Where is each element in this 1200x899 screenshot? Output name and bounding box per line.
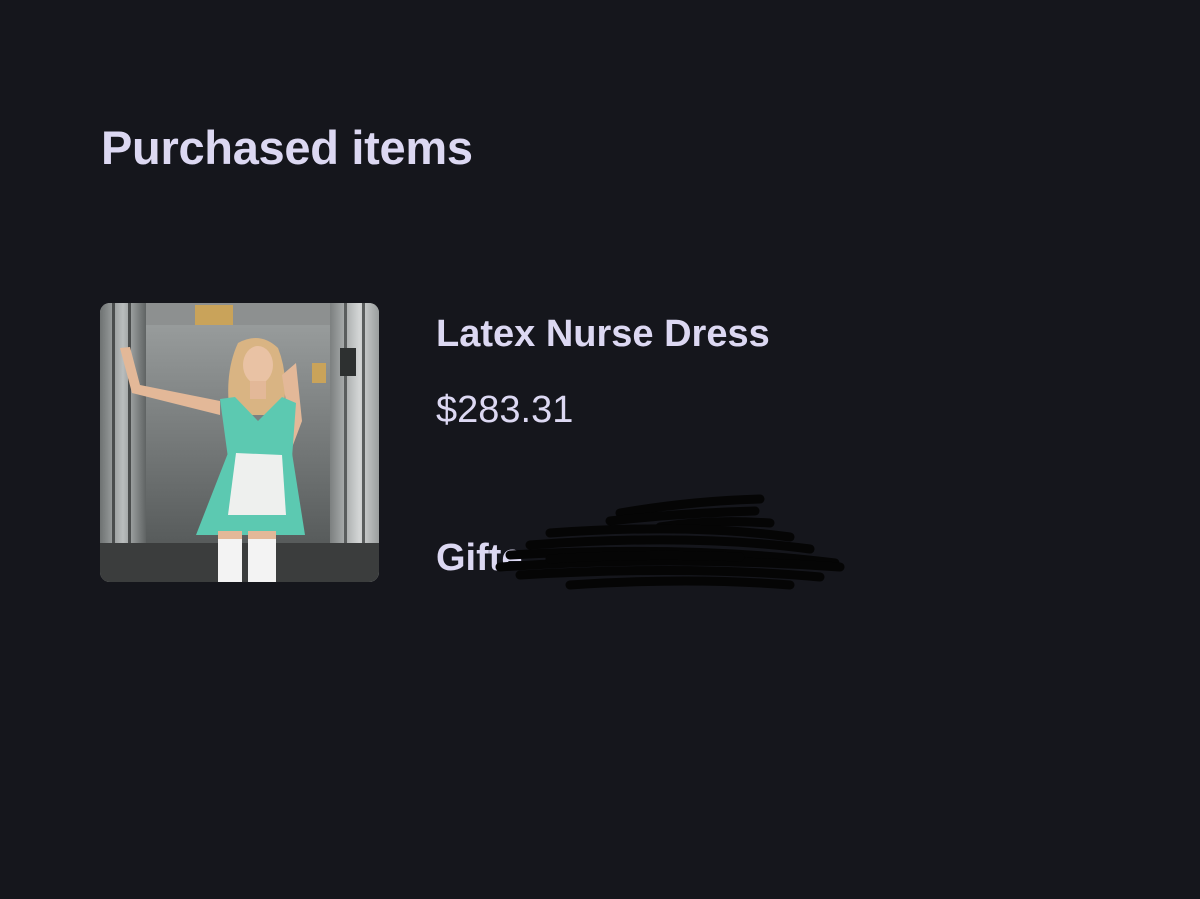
page-title: Purchased items [101, 121, 473, 174]
product-image[interactable] [100, 303, 379, 582]
purchased-item[interactable]: Latex Nurse Dress $283.31 Gifte [100, 303, 860, 603]
product-price: $283.31 [436, 389, 574, 431]
product-photo [100, 303, 379, 582]
product-name[interactable]: Latex Nurse Dress [436, 311, 770, 357]
redaction-scribble [490, 493, 850, 603]
